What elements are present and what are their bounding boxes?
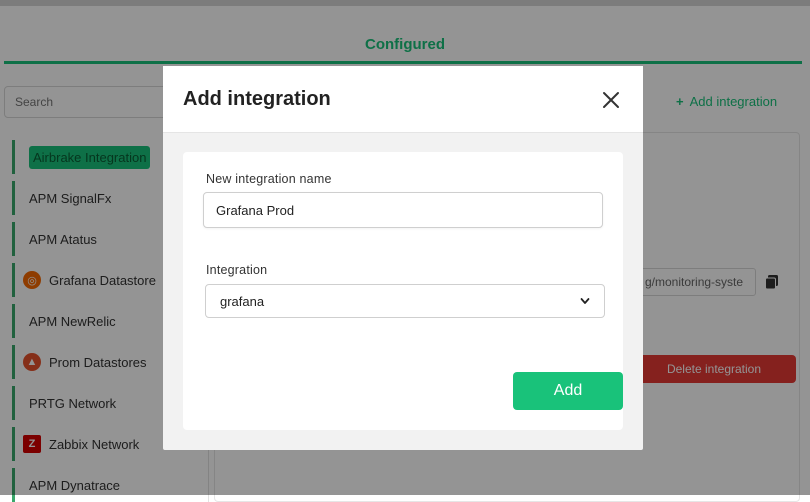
integration-type-select[interactable]: grafana	[205, 284, 605, 318]
integration-type-value: grafana	[220, 293, 265, 309]
add-integration-modal: Add integration New integration name Int…	[163, 66, 643, 450]
modal-form-card: New integration name Integration grafana…	[183, 152, 623, 430]
close-icon[interactable]	[599, 88, 623, 112]
add-button[interactable]: Add	[513, 372, 623, 410]
integration-name-input[interactable]	[203, 192, 603, 228]
integration-name-label: New integration name	[206, 172, 332, 186]
chevron-down-icon	[580, 298, 590, 304]
modal-header: Add integration	[163, 66, 643, 133]
modal-title: Add integration	[183, 88, 331, 110]
integration-type-label: Integration	[206, 263, 268, 277]
